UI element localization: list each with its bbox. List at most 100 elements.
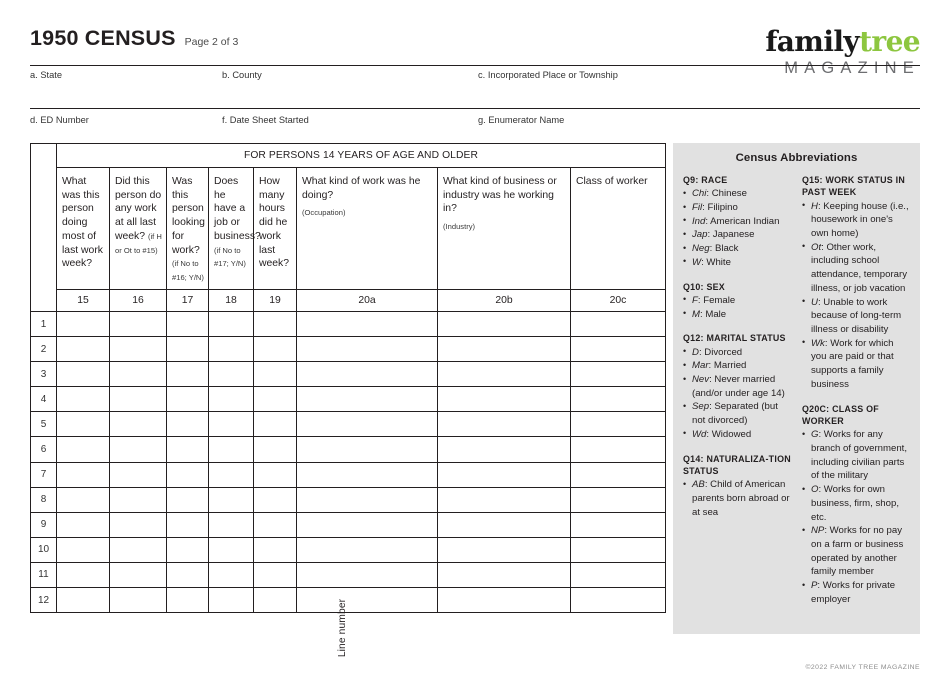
entry-cell-15[interactable] [56,511,110,538]
entry-cell-20c[interactable] [570,536,666,563]
entry-cell-17[interactable] [166,461,209,488]
entry-cell-16[interactable] [109,436,167,463]
entry-cell-20c[interactable] [570,486,666,513]
entry-cell-18[interactable] [208,361,254,388]
entry-cell-20b[interactable] [437,536,571,563]
entry-cell-17[interactable] [166,587,209,614]
entry-cell-20b[interactable] [437,436,571,463]
entry-cell-20c[interactable] [570,461,666,488]
entry-cell-18[interactable] [208,511,254,538]
entry-cell-20a[interactable] [296,386,438,413]
entry-cell-18[interactable] [208,461,254,488]
entry-cell-15[interactable] [56,361,110,388]
entry-cell-20c[interactable] [570,436,666,463]
entry-cell-20c[interactable] [570,361,666,388]
entry-cell-18[interactable] [208,310,254,338]
entry-cell-15[interactable] [56,336,110,363]
entry-cell-17[interactable] [166,361,209,388]
entry-cell-19[interactable] [253,336,297,363]
entry-cell-20b[interactable] [437,587,571,614]
entry-cell-18[interactable] [208,336,254,363]
entry-cell-19[interactable] [253,587,297,614]
entry-cell-19[interactable] [253,461,297,488]
entry-cell-19[interactable] [253,361,297,388]
entry-cell-20a[interactable] [296,536,438,563]
entry-cell-17[interactable] [166,511,209,538]
entry-cell-20b[interactable] [437,561,571,589]
entry-cell-16[interactable] [109,536,167,563]
entry-cell-19[interactable] [253,411,297,438]
entry-cell-15[interactable] [56,587,110,614]
entry-cell-16[interactable] [109,561,167,589]
abbreviation-group-heading: Q9: RACE [683,175,728,185]
entry-cell-18[interactable] [208,436,254,463]
entry-cell-20b[interactable] [437,486,571,513]
entry-cell-15[interactable] [56,536,110,563]
entry-cell-19[interactable] [253,511,297,538]
entry-cell-16[interactable] [109,310,167,338]
entry-cell-20a[interactable] [296,310,438,338]
entry-cell-17[interactable] [166,436,209,463]
entry-cell-20b[interactable] [437,411,571,438]
entry-cell-20c[interactable] [570,411,666,438]
field-label-incorporated-place: c. Incorporated Place or Township [478,70,618,80]
entry-cell-20a[interactable] [296,486,438,513]
entry-cell-20c[interactable] [570,336,666,363]
entry-cell-16[interactable] [109,386,167,413]
entry-cell-16[interactable] [109,461,167,488]
entry-cell-19[interactable] [253,486,297,513]
entry-cell-18[interactable] [208,561,254,589]
entry-cell-20a[interactable] [296,361,438,388]
entry-cell-16[interactable] [109,361,167,388]
entry-cell-20c[interactable] [570,310,666,338]
entry-cell-18[interactable] [208,411,254,438]
entry-cell-18[interactable] [208,587,254,614]
column-header-17: Was this person looking for work? (if No… [166,167,209,290]
entry-cell-17[interactable] [166,536,209,563]
entry-cell-15[interactable] [56,561,110,589]
entry-cell-20a[interactable] [296,436,438,463]
entry-cell-17[interactable] [166,310,209,338]
entry-cell-16[interactable] [109,511,167,538]
entry-cell-20b[interactable] [437,511,571,538]
entry-cell-16[interactable] [109,587,167,614]
entry-cell-20a[interactable] [296,411,438,438]
entry-cell-15[interactable] [56,461,110,488]
entry-cell-15[interactable] [56,386,110,413]
entry-cell-17[interactable] [166,411,209,438]
entry-cell-16[interactable] [109,336,167,363]
entry-cell-15[interactable] [56,310,110,338]
entry-cell-17[interactable] [166,561,209,589]
entry-cell-20b[interactable] [437,310,571,338]
entry-cell-20c[interactable] [570,386,666,413]
abbreviation-group: Q20C: CLASS OF WORKERG: Works for any br… [802,403,910,607]
entry-cell-16[interactable] [109,411,167,438]
entry-cell-20a[interactable] [296,336,438,363]
entry-cell-19[interactable] [253,386,297,413]
entry-cell-20b[interactable] [437,336,571,363]
entry-cell-20a[interactable] [296,511,438,538]
entry-cell-15[interactable] [56,486,110,513]
entry-cell-20c[interactable] [570,587,666,614]
entry-cell-20b[interactable] [437,386,571,413]
entry-cell-20a[interactable] [296,561,438,589]
entry-cell-18[interactable] [208,536,254,563]
entry-cell-20b[interactable] [437,361,571,388]
entry-cell-18[interactable] [208,486,254,513]
entry-cell-20a[interactable] [296,461,438,488]
entry-cell-20c[interactable] [570,511,666,538]
entry-cell-17[interactable] [166,336,209,363]
entry-cell-18[interactable] [208,386,254,413]
entry-cell-15[interactable] [56,436,110,463]
entry-cell-17[interactable] [166,486,209,513]
entry-cell-20a[interactable] [296,587,438,614]
entry-cell-19[interactable] [253,310,297,338]
entry-cell-17[interactable] [166,386,209,413]
entry-cell-19[interactable] [253,436,297,463]
entry-cell-19[interactable] [253,561,297,589]
entry-cell-20c[interactable] [570,561,666,589]
entry-cell-15[interactable] [56,411,110,438]
entry-cell-20b[interactable] [437,461,571,488]
entry-cell-16[interactable] [109,486,167,513]
entry-cell-19[interactable] [253,536,297,563]
